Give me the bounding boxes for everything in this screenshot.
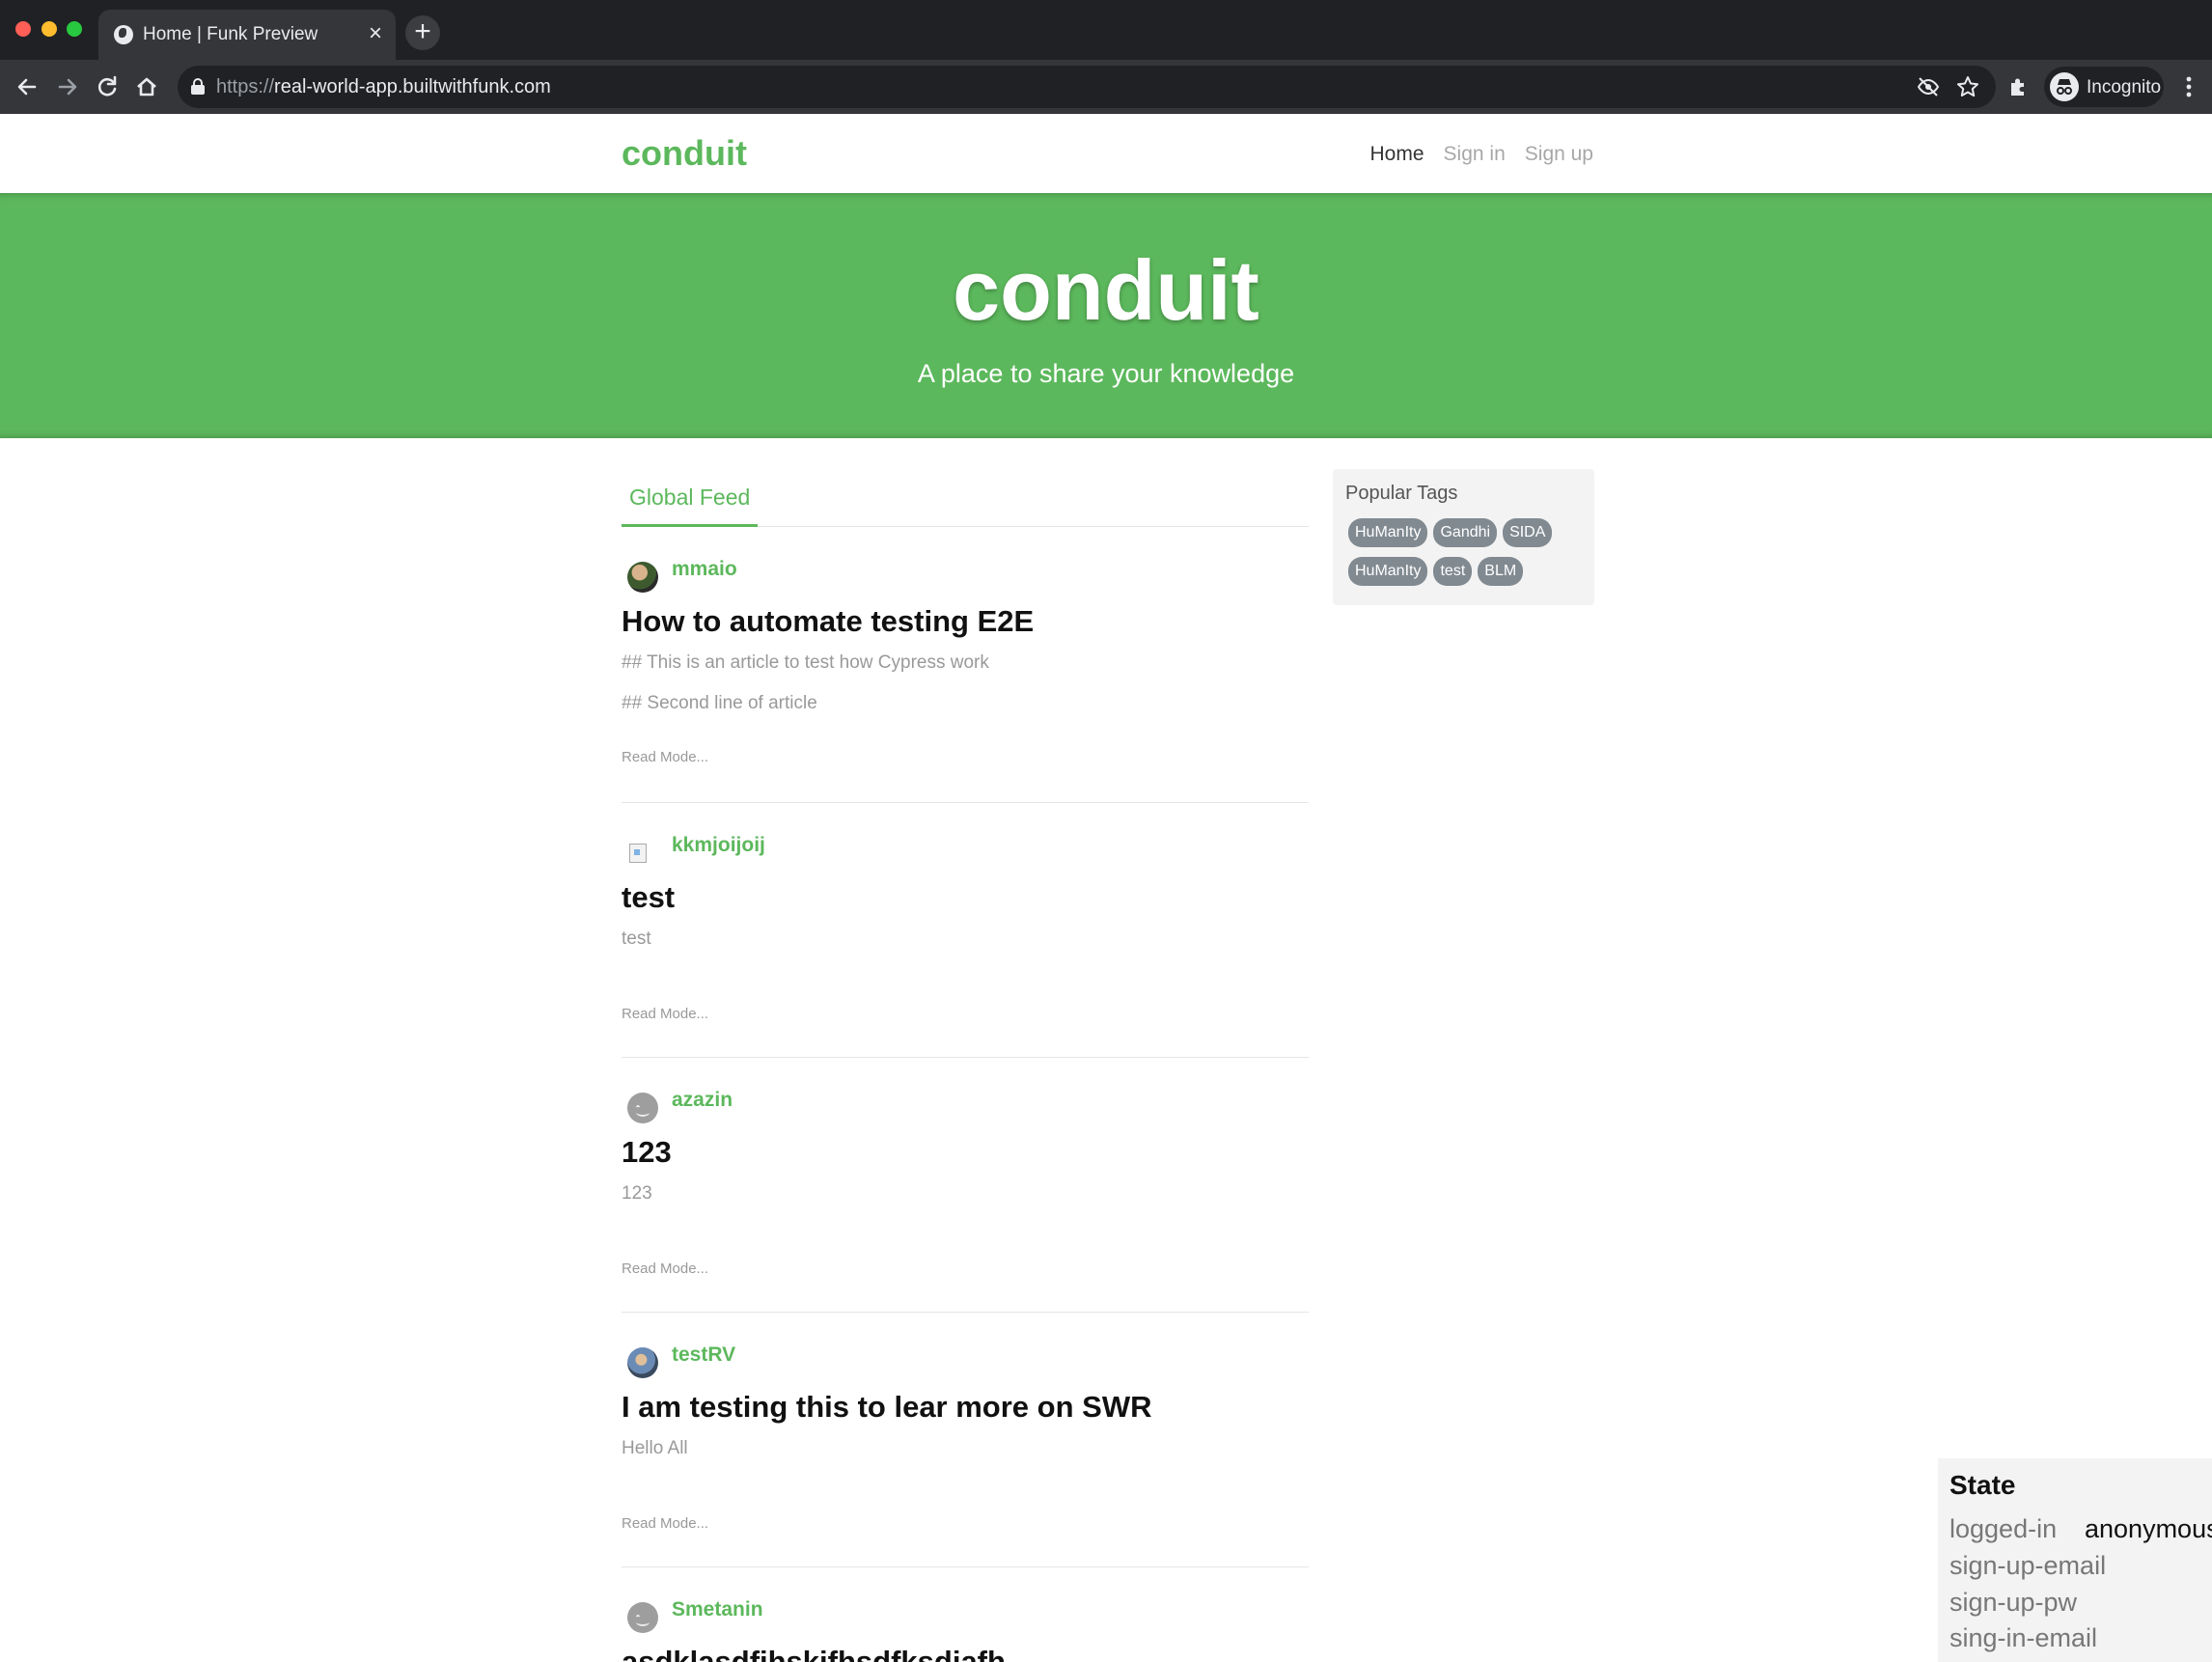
profile-label: Incognito (2087, 77, 2162, 97)
brand-logo[interactable]: conduit (622, 133, 747, 174)
back-arrow-icon[interactable] (12, 71, 42, 102)
banner-title: conduit (953, 242, 1259, 338)
tag-pill[interactable]: BLM (1478, 557, 1524, 586)
article-preview: azazin 123 123 Read Mode... (622, 1058, 1309, 1313)
browser-tab[interactable]: Home | Funk Preview × (98, 10, 396, 60)
article-title[interactable]: I am testing this to lear more on SWR (622, 1390, 1151, 1425)
browser-toolbar: https://real-world-app.builtwithfunk.com… (0, 60, 2212, 114)
banner-subtitle: A place to share your knowledge (917, 359, 1295, 388)
article-description: ## Second line of article (622, 693, 817, 713)
state-row: sing-in-email (1949, 1623, 2097, 1653)
article-description: ## This is an article to test how Cypres… (622, 652, 989, 673)
state-value: anonymous (2085, 1514, 2212, 1543)
eye-off-icon[interactable] (1915, 73, 1942, 100)
article-title[interactable]: asdklasdfjhskjfhsdfksdjafh (622, 1645, 1006, 1662)
author-avatar[interactable] (627, 1602, 658, 1633)
nav-links: Home Sign in Sign up (1370, 143, 1593, 166)
article-title[interactable]: 123 (622, 1135, 672, 1170)
read-more-link[interactable]: Read Mode... (622, 1515, 708, 1532)
forward-arrow-icon[interactable] (52, 71, 83, 102)
puzzle-icon[interactable] (2003, 71, 2033, 102)
read-more-link[interactable]: Read Mode... (622, 749, 708, 765)
article-feed: Global Feed mmaio How to automate testin… (622, 467, 1309, 1662)
author-link[interactable]: Smetanin (672, 1598, 763, 1621)
article-title[interactable]: test (622, 880, 675, 915)
author-avatar[interactable] (627, 562, 658, 593)
tag-pill[interactable]: SIDA (1503, 518, 1553, 547)
tag-pill[interactable]: HuManIty (1348, 557, 1428, 586)
article-preview: testRV I am testing this to lear more on… (622, 1313, 1309, 1567)
author-avatar[interactable] (627, 1347, 658, 1378)
state-row: logged-in anonymous (1949, 1514, 2212, 1544)
article-preview: Smetanin asdklasdfjhskjfhsdfksdjafh (622, 1567, 1309, 1662)
tab-global-feed[interactable]: Global Feed (622, 469, 759, 527)
browser-tab-strip: Home | Funk Preview × + (0, 0, 2212, 60)
tag-pill[interactable]: Gandhi (1433, 518, 1498, 547)
state-panel: State logged-in anonymous sign-up-email … (1938, 1458, 2212, 1662)
zoom-window-button[interactable] (67, 21, 82, 37)
state-title: State (1949, 1470, 2016, 1500)
author-avatar[interactable] (627, 1093, 658, 1123)
address-bar[interactable]: https://real-world-app.builtwithfunk.com (178, 66, 1996, 108)
new-tab-button[interactable]: + (405, 15, 440, 50)
article-preview: kkmjoijoij test test Read Mode... (622, 803, 1309, 1058)
article-description: Hello All (622, 1438, 688, 1458)
state-key: logged-in (1949, 1514, 2058, 1543)
kebab-menu-icon[interactable] (2173, 71, 2204, 102)
tag-list: HuManIty Gandhi SIDA HuManIty test BLM (1348, 518, 1580, 586)
tab-close-button[interactable]: × (369, 20, 382, 47)
popular-tags-sidebar: Popular Tags HuManIty Gandhi SIDA HuManI… (1333, 469, 1594, 605)
article-title[interactable]: How to automate testing E2E (622, 604, 1034, 639)
tag-pill[interactable]: HuManIty (1348, 518, 1428, 547)
author-link[interactable]: kkmjoijoij (672, 834, 765, 857)
url-text: https://real-world-app.builtwithfunk.com (216, 76, 551, 97)
nav-sign-in-link[interactable]: Sign in (1444, 143, 1506, 166)
sidebar-title: Popular Tags (1345, 483, 1458, 504)
tag-pill[interactable]: test (1433, 557, 1473, 586)
reload-icon[interactable] (92, 71, 123, 102)
globe-icon (114, 25, 133, 44)
state-key: sing-in-email (1949, 1623, 2098, 1652)
incognito-profile-button[interactable]: Incognito (2044, 67, 2164, 107)
close-window-button[interactable] (15, 21, 31, 37)
app-navbar: conduit Home Sign in Sign up (0, 114, 2212, 193)
home-icon[interactable] (131, 71, 162, 102)
star-icon[interactable] (1954, 73, 1981, 100)
nav-sign-up-link[interactable]: Sign up (1525, 143, 1593, 166)
lock-icon (191, 78, 205, 95)
minimize-window-button[interactable] (41, 21, 57, 37)
state-key: sign-up-pw (1949, 1588, 2078, 1617)
state-key: sign-up-email (1949, 1551, 2107, 1580)
state-row: sign-up-pw (1949, 1588, 2077, 1618)
author-link[interactable]: mmaio (672, 558, 737, 581)
incognito-icon (2050, 72, 2079, 101)
article-preview: mmaio How to automate testing E2E ## Thi… (622, 527, 1309, 803)
author-avatar[interactable] (627, 838, 658, 869)
author-link[interactable]: testRV (672, 1343, 735, 1367)
hero-banner: conduit A place to share your knowledge (0, 193, 2212, 438)
author-link[interactable]: azazin (672, 1089, 733, 1112)
read-more-link[interactable]: Read Mode... (622, 1260, 708, 1277)
nav-home-link[interactable]: Home (1370, 143, 1424, 166)
state-row: sign-up-email (1949, 1551, 2106, 1581)
tab-title: Home | Funk Preview (143, 24, 318, 44)
feed-tabs: Global Feed (622, 467, 1309, 527)
article-description: 123 (622, 1183, 652, 1204)
read-more-link[interactable]: Read Mode... (622, 1006, 708, 1022)
article-description: test (622, 928, 651, 949)
